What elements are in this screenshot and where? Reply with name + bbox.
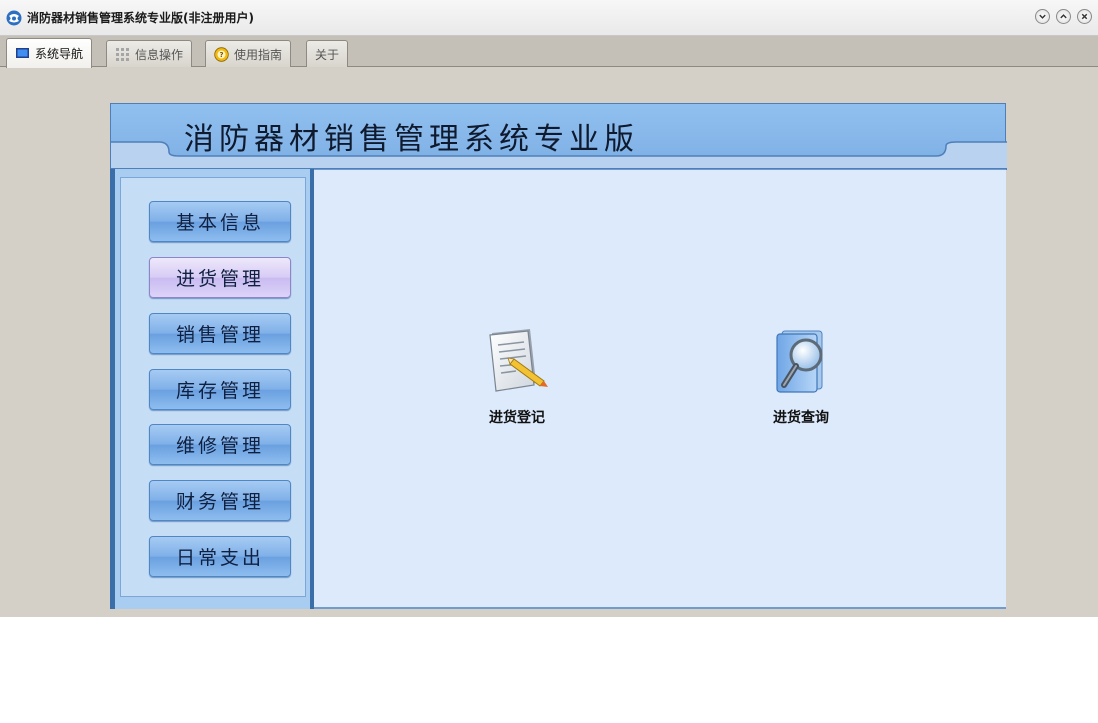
sidebar-item-label: 维修管理 [175, 435, 264, 457]
tab-system-navigation[interactable]: 系统导航 [6, 38, 93, 68]
sidebar-item-daily-expenses[interactable]: 日常支出 [149, 536, 291, 577]
purchase-query-button[interactable]: 进货查询 [746, 325, 856, 435]
action-label: 进货登记 [489, 410, 545, 426]
purchase-register-button[interactable]: 进货登记 [462, 325, 572, 435]
sidebar-item-label: 财务管理 [175, 491, 264, 513]
tab-user-guide[interactable]: ? 使用指南 [205, 40, 292, 67]
maximize-icon [1060, 14, 1067, 19]
close-button[interactable] [1077, 9, 1092, 24]
help-icon: ? [214, 46, 229, 62]
tab-about[interactable]: 关于 [306, 40, 349, 67]
tab-info-operations[interactable]: 信息操作 [106, 40, 193, 67]
sidebar-item-label: 基本信息 [175, 212, 264, 234]
main-panel: 进货登记 进货查询 [314, 169, 1006, 609]
tab-label: 关于 [315, 47, 340, 62]
banner-title: 消防器材销售管理系统专业版 [184, 122, 639, 157]
tab-label: 使用指南 [234, 47, 283, 62]
sidebar-menu: 基本信息 进货管理 销售管理 库存管理 维修管理 财务管理 日常支出 [120, 177, 306, 597]
sidebar-item-inventory-management[interactable]: 库存管理 [149, 369, 291, 410]
sidebar-item-label: 进货管理 [175, 268, 264, 290]
sidebar: 基本信息 进货管理 销售管理 库存管理 维修管理 财务管理 日常支出 [110, 169, 314, 609]
close-icon [1081, 13, 1088, 20]
sidebar-item-label: 销售管理 [175, 324, 264, 346]
document-pencil-icon [489, 329, 548, 392]
sidebar-item-sales-management[interactable]: 销售管理 [149, 313, 291, 354]
svg-text:?: ? [219, 51, 223, 59]
minimize-button[interactable] [1035, 9, 1050, 24]
minimize-icon [1039, 14, 1046, 19]
action-label: 进货查询 [773, 410, 829, 426]
magnifier-document-icon [776, 330, 823, 393]
tab-bar: 系统导航 信息操作 ? 使用指南 关于 [0, 36, 1098, 68]
maximize-button[interactable] [1056, 9, 1071, 24]
sidebar-item-basic-info[interactable]: 基本信息 [149, 201, 291, 242]
sidebar-item-label: 库存管理 [175, 380, 264, 402]
title-bar[interactable]: 消防器材销售管理系统专业版(非注册用户) [0, 0, 1098, 36]
window-title: 消防器材销售管理系统专业版(非注册用户) [27, 11, 254, 25]
app-logo-icon [6, 10, 22, 26]
tab-label: 系统导航 [35, 47, 84, 61]
navigation-panel: 消防器材销售管理系统专业版 基本信息 进货管理 销售管理 库存管理 维修管理 财… [110, 103, 1007, 609]
tab-label: 信息操作 [135, 47, 184, 62]
sidebar-item-label: 日常支出 [175, 547, 264, 569]
grid-icon [116, 47, 129, 61]
sidebar-item-finance-management[interactable]: 财务管理 [149, 480, 291, 521]
banner: 消防器材销售管理系统专业版 [110, 103, 1007, 170]
sidebar-item-purchase-management[interactable]: 进货管理 [149, 257, 291, 298]
content-area: 消防器材销售管理系统专业版 基本信息 进货管理 销售管理 库存管理 维修管理 财… [0, 67, 1098, 617]
application-window: 消防器材销售管理系统专业版(非注册用户) 系统导航 信息操作 ? 使用指南 关于… [0, 0, 1098, 617]
sidebar-item-repair-management[interactable]: 维修管理 [149, 424, 291, 465]
monitor-icon [16, 48, 29, 58]
